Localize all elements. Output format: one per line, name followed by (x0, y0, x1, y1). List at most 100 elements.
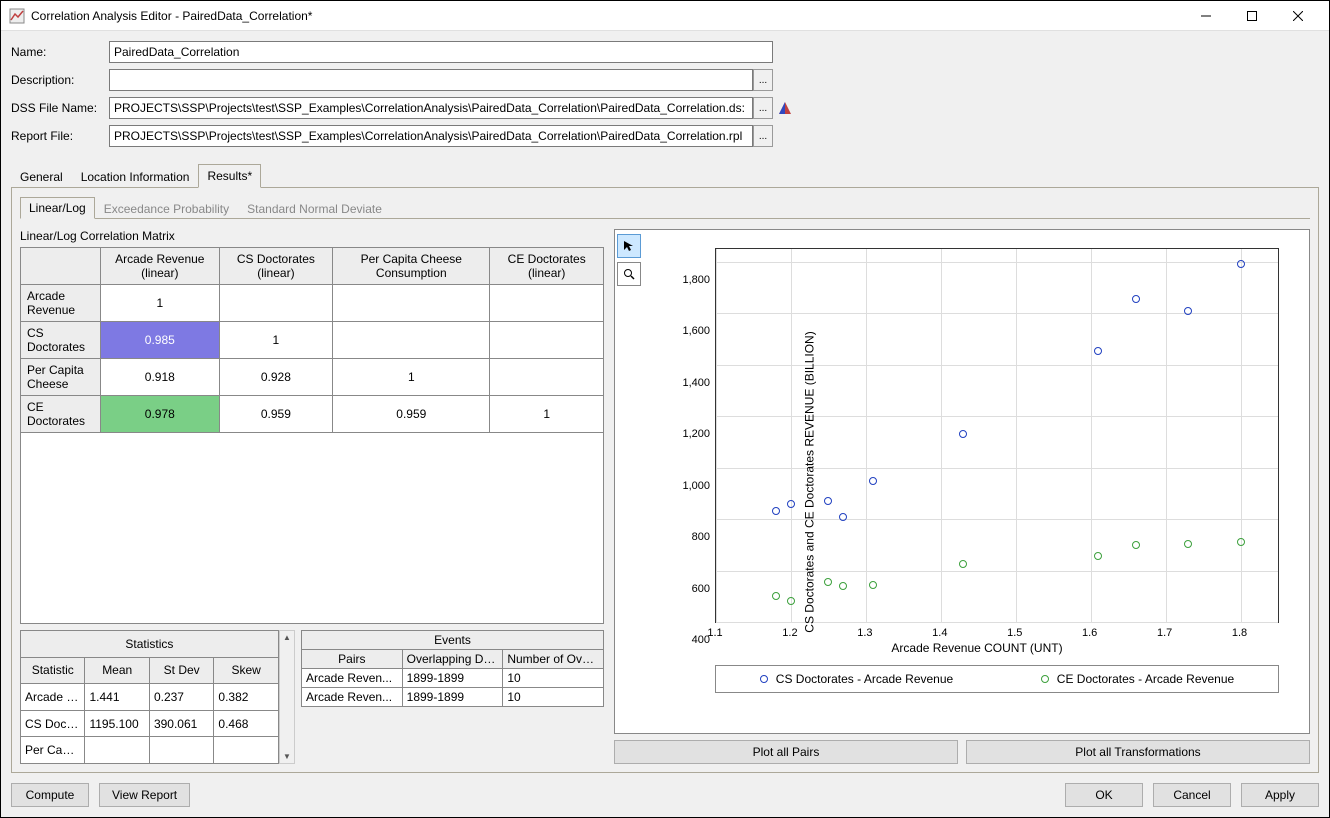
apply-button[interactable]: Apply (1241, 783, 1319, 807)
data-point (959, 430, 967, 438)
matrix-row-header: CS Doctorates (21, 322, 101, 359)
correlation-matrix-table: Arcade Revenue (linear) CS Doctorates (l… (20, 247, 604, 433)
maximize-button[interactable] (1229, 1, 1275, 31)
zoom-tool-button[interactable] (617, 262, 641, 286)
report-file-browse-button[interactable]: ... (753, 125, 773, 147)
matrix-col-header: Arcade Revenue (linear) (101, 248, 220, 285)
matrix-cell[interactable] (490, 359, 604, 396)
matrix-col-header: CE Doctorates (linear) (490, 248, 604, 285)
data-point (1237, 260, 1245, 268)
tab-location-information[interactable]: Location Information (72, 165, 199, 188)
data-point (1184, 307, 1192, 315)
legend-label: CE Doctorates - Arcade Revenue (1057, 672, 1234, 686)
app-icon (9, 8, 25, 24)
y-tick-label: 1,400 (660, 377, 710, 389)
plot-all-pairs-button[interactable]: Plot all Pairs (614, 740, 958, 764)
matrix-cell[interactable]: 0.918 (101, 359, 220, 396)
report-file-field[interactable]: PROJECTS\SSP\Projects\test\SSP_Examples\… (109, 125, 753, 147)
matrix-cell[interactable] (333, 322, 490, 359)
scroll-up-icon: ▲ (283, 631, 291, 644)
data-point (839, 582, 847, 590)
legend-label: CS Doctorates - Arcade Revenue (776, 672, 953, 686)
matrix-col-header: CS Doctorates (linear) (219, 248, 333, 285)
statistics-table: Statistics Statistic Mean St Dev Skew Ar… (20, 630, 279, 764)
description-field[interactable] (109, 69, 753, 91)
dss-file-label: DSS File Name: (11, 101, 109, 115)
name-label: Name: (11, 45, 109, 59)
matrix-cell[interactable] (490, 285, 604, 322)
compute-button[interactable]: Compute (11, 783, 89, 807)
x-tick-label: 1.3 (857, 627, 872, 639)
matrix-cell[interactable]: 0.959 (333, 396, 490, 433)
cancel-button[interactable]: Cancel (1153, 783, 1231, 807)
tab-results[interactable]: Results* (198, 164, 261, 188)
dss-histogram-icon[interactable] (775, 97, 795, 119)
data-point (772, 592, 780, 600)
matrix-cell[interactable]: 1 (101, 285, 220, 322)
subtab-snd[interactable]: Standard Normal Deviate (238, 198, 391, 219)
data-point (839, 513, 847, 521)
matrix-cell[interactable]: 0.928 (219, 359, 333, 396)
data-point (787, 597, 795, 605)
matrix-cell[interactable]: 0.978 (101, 396, 220, 433)
dss-file-field[interactable]: PROJECTS\SSP\Projects\test\SSP_Examples\… (109, 97, 753, 119)
stats-scrollbar[interactable]: ▲ ▼ (279, 630, 295, 764)
data-point (1094, 347, 1102, 355)
plot-all-transformations-button[interactable]: Plot all Transformations (966, 740, 1310, 764)
tab-general[interactable]: General (11, 165, 72, 188)
matrix-cell[interactable]: 1 (490, 396, 604, 433)
subtab-exceedance[interactable]: Exceedance Probability (95, 198, 238, 219)
scatter-plot: 4006008001,0001,2001,4001,6001,800 CS Do… (614, 229, 1310, 734)
matrix-cell[interactable]: 0.959 (219, 396, 333, 433)
magnifier-icon (623, 268, 635, 280)
legend-swatch-icon (1041, 675, 1049, 683)
x-tick-label: 1.8 (1232, 627, 1247, 639)
subtabs: Linear/Log Exceedance Probability Standa… (20, 196, 1310, 219)
data-point (1132, 295, 1140, 303)
y-tick-label: 1,600 (660, 325, 710, 337)
matrix-cell[interactable] (490, 322, 604, 359)
pointer-tool-button[interactable] (617, 234, 641, 258)
data-point (959, 560, 967, 568)
matrix-title: Linear/Log Correlation Matrix (20, 229, 604, 243)
chart-legend: CS Doctorates - Arcade Revenue CE Doctor… (715, 665, 1279, 693)
x-axis-label: Arcade Revenue COUNT (UNT) (891, 641, 1062, 655)
main-tabs: General Location Information Results* (11, 163, 1319, 188)
data-point (824, 578, 832, 586)
data-point (869, 477, 877, 485)
data-point (1132, 541, 1140, 549)
matrix-cell[interactable]: 0.985 (101, 322, 220, 359)
y-tick-label: 600 (660, 583, 710, 595)
matrix-cell[interactable]: 1 (333, 359, 490, 396)
matrix-cell[interactable] (219, 285, 333, 322)
y-tick-label: 1,800 (660, 274, 710, 286)
pointer-icon (623, 240, 635, 252)
matrix-row-header: Arcade Revenue (21, 285, 101, 322)
name-field[interactable]: PairedData_Correlation (109, 41, 773, 63)
matrix-row-header: CE Doctorates (21, 396, 101, 433)
subtab-linear-log[interactable]: Linear/Log (20, 197, 95, 219)
scroll-down-icon: ▼ (283, 750, 291, 763)
data-point (869, 581, 877, 589)
window-title: Correlation Analysis Editor - PairedData… (31, 9, 1183, 23)
description-label: Description: (11, 73, 109, 87)
data-point (1094, 552, 1102, 560)
data-point (772, 507, 780, 515)
events-title: Events (302, 631, 604, 650)
x-tick-label: 1.6 (1082, 627, 1097, 639)
statistics-title: Statistics (21, 631, 279, 658)
x-tick-label: 1.1 (707, 627, 722, 639)
matrix-cell[interactable]: 1 (219, 322, 333, 359)
x-tick-label: 1.4 (932, 627, 947, 639)
description-expand-button[interactable]: ... (753, 69, 773, 91)
data-point (1184, 540, 1192, 548)
x-tick-label: 1.5 (1007, 627, 1022, 639)
view-report-button[interactable]: View Report (99, 783, 190, 807)
matrix-cell[interactable] (333, 285, 490, 322)
ok-button[interactable]: OK (1065, 783, 1143, 807)
minimize-button[interactable] (1183, 1, 1229, 31)
report-file-label: Report File: (11, 129, 109, 143)
close-button[interactable] (1275, 1, 1321, 31)
titlebar: Correlation Analysis Editor - PairedData… (1, 1, 1329, 31)
dss-file-browse-button[interactable]: ... (753, 97, 773, 119)
